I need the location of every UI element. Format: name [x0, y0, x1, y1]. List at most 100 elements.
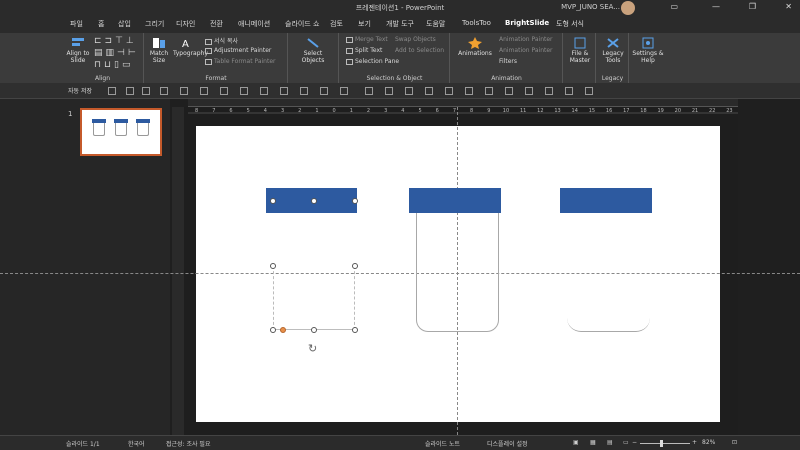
align-center-icon[interactable] — [280, 87, 288, 95]
normal-view-icon[interactable]: ▣ — [573, 439, 579, 446]
tab-brightslide[interactable]: BrightSlide — [505, 19, 549, 27]
rotate-handle-icon[interactable]: ↻ — [308, 342, 317, 355]
crop-icon[interactable] — [525, 87, 533, 95]
font-color-icon[interactable] — [220, 87, 228, 95]
tab-insert[interactable]: 삽입 — [118, 19, 131, 29]
legacy-tools-button[interactable]: Legacy Tools — [599, 37, 627, 64]
banner-shape-3[interactable] — [560, 188, 652, 213]
select-objects-button[interactable]: Select Objects — [293, 37, 333, 64]
tab-review[interactable]: 검토 — [330, 19, 343, 29]
group-icon[interactable] — [365, 87, 373, 95]
resize-handle[interactable] — [311, 327, 317, 333]
slide-thumbnail[interactable] — [80, 108, 162, 156]
jar-shape-2[interactable] — [416, 213, 499, 332]
table-format-painter-button[interactable]: Table Format Painter — [205, 58, 275, 65]
save-icon[interactable] — [126, 87, 134, 95]
tab-animations[interactable]: 애니메이션 — [238, 19, 270, 29]
bring-forward-icon[interactable] — [425, 87, 433, 95]
slideshow-view-icon[interactable]: ▭ — [623, 439, 629, 446]
banner-shape-2[interactable] — [409, 188, 501, 213]
resize-handle[interactable] — [311, 198, 317, 204]
tab-transitions[interactable]: 전환 — [210, 19, 223, 29]
avatar[interactable] — [621, 1, 635, 15]
split-text-button[interactable]: Split Text — [346, 47, 382, 54]
tab-draw[interactable]: 그리기 — [145, 19, 164, 29]
filters-button[interactable]: Filters — [499, 58, 517, 65]
resize-handle[interactable] — [270, 263, 276, 269]
align-grid-row-2[interactable]: ▤▥⊣⊢ — [94, 48, 139, 58]
merge-text-button[interactable]: Merge Text — [346, 36, 388, 43]
align-right-icon[interactable] — [300, 87, 308, 95]
close-button[interactable]: ✕ — [785, 2, 792, 11]
swap-objects-button[interactable]: Swap Objects — [395, 36, 436, 43]
tab-design[interactable]: 디자인 — [176, 19, 195, 29]
tab-view[interactable]: 보기 — [358, 19, 371, 29]
align-grid-row-3[interactable]: ⊓⊔▯▭ — [94, 60, 134, 70]
undo-icon[interactable] — [142, 87, 150, 95]
animation-painter-button[interactable]: Animation Painter — [499, 36, 553, 43]
zoom-slider[interactable] — [640, 443, 690, 444]
animations-button[interactable]: Animations — [455, 37, 495, 57]
minimize-button[interactable]: — — [712, 2, 720, 11]
rotate-icon[interactable] — [545, 87, 553, 95]
notes-button[interactable]: 슬라이드 노트 — [425, 439, 460, 448]
tab-help[interactable]: 도움말 — [426, 19, 445, 29]
reading-view-icon[interactable]: ▤ — [607, 439, 613, 446]
horizontal-guide[interactable] — [0, 273, 800, 274]
slide-number: 1 — [68, 110, 73, 118]
align-top-icon[interactable] — [465, 87, 473, 95]
display-settings-button[interactable]: 디스플레이 설정 — [487, 439, 528, 448]
adjustment-painter-button[interactable]: Adjustment Painter — [205, 47, 271, 54]
resize-handle[interactable] — [352, 327, 358, 333]
align-bottom-icon[interactable] — [505, 87, 513, 95]
shape-outline-icon[interactable] — [340, 87, 348, 95]
shape-fill-icon[interactable] — [320, 87, 328, 95]
resize-handle[interactable] — [270, 198, 276, 204]
jar-shape-1[interactable] — [273, 266, 355, 330]
file-master-button[interactable]: File & Master — [566, 37, 594, 64]
selection-pane-button[interactable]: Selection Pane — [346, 58, 399, 65]
zoom-out-icon[interactable]: − — [632, 439, 637, 446]
format-icon[interactable] — [200, 87, 208, 95]
redo-icon[interactable] — [160, 87, 168, 95]
align-to-slide-button[interactable]: Align to Slide — [66, 37, 90, 64]
add-to-selection-button[interactable]: Add to Selection — [395, 47, 444, 54]
align-middle-icon[interactable] — [485, 87, 493, 95]
align-grid-row-1[interactable]: ⊏⊐⊤⊥ — [94, 36, 137, 46]
jar-shape-3[interactable] — [567, 300, 650, 332]
highlight-icon[interactable] — [240, 87, 248, 95]
ribbon-display-icon[interactable]: ▭ — [670, 2, 678, 11]
language[interactable]: 한국어 — [128, 439, 145, 448]
zoom-level[interactable]: 82% — [702, 439, 715, 446]
tab-shape-format[interactable]: 도형 서식 — [556, 19, 584, 29]
fit-to-window-icon[interactable]: ⊡ — [732, 439, 737, 446]
send-backward-icon[interactable] — [445, 87, 453, 95]
zoom-in-icon[interactable]: + — [692, 439, 697, 446]
align-left-icon[interactable] — [260, 87, 268, 95]
autosave-toggle-icon[interactable] — [108, 87, 116, 95]
tab-home[interactable]: 홈 — [98, 19, 104, 29]
restore-button[interactable]: ❐ — [749, 2, 756, 11]
resize-handle[interactable] — [352, 198, 358, 204]
user-name[interactable]: MVP_JUNO SEA... — [561, 3, 620, 11]
match-size-button[interactable]: Match Size — [147, 37, 171, 64]
slide-sorter-icon[interactable]: ▦ — [590, 439, 596, 446]
distribute-icon[interactable] — [405, 87, 413, 95]
grid-icon[interactable] — [565, 87, 573, 95]
resize-handle[interactable] — [270, 327, 276, 333]
tab-slideshow[interactable]: 슬라이드 쇼 — [285, 19, 319, 29]
slideshow-icon[interactable] — [180, 87, 188, 95]
typography-button[interactable]: A Typography — [173, 37, 208, 57]
tab-developer[interactable]: 개발 도구 — [386, 19, 414, 29]
settings-help-button[interactable]: Settings & Help — [632, 37, 664, 64]
accessibility-status[interactable]: 접근성: 조사 필요 — [166, 439, 210, 448]
tab-toolstoo[interactable]: ToolsToo — [462, 19, 491, 27]
resize-handle[interactable] — [352, 263, 358, 269]
animation-painter-button-2[interactable]: Animation Painter — [499, 47, 553, 54]
ungroup-icon[interactable] — [385, 87, 393, 95]
zoom-slider-thumb[interactable] — [660, 440, 663, 447]
format-painter-button[interactable]: 서식 복사 — [205, 36, 238, 45]
adjustment-handle[interactable] — [280, 327, 286, 333]
more-icon[interactable] — [585, 87, 593, 95]
tab-file[interactable]: 파일 — [70, 19, 83, 29]
